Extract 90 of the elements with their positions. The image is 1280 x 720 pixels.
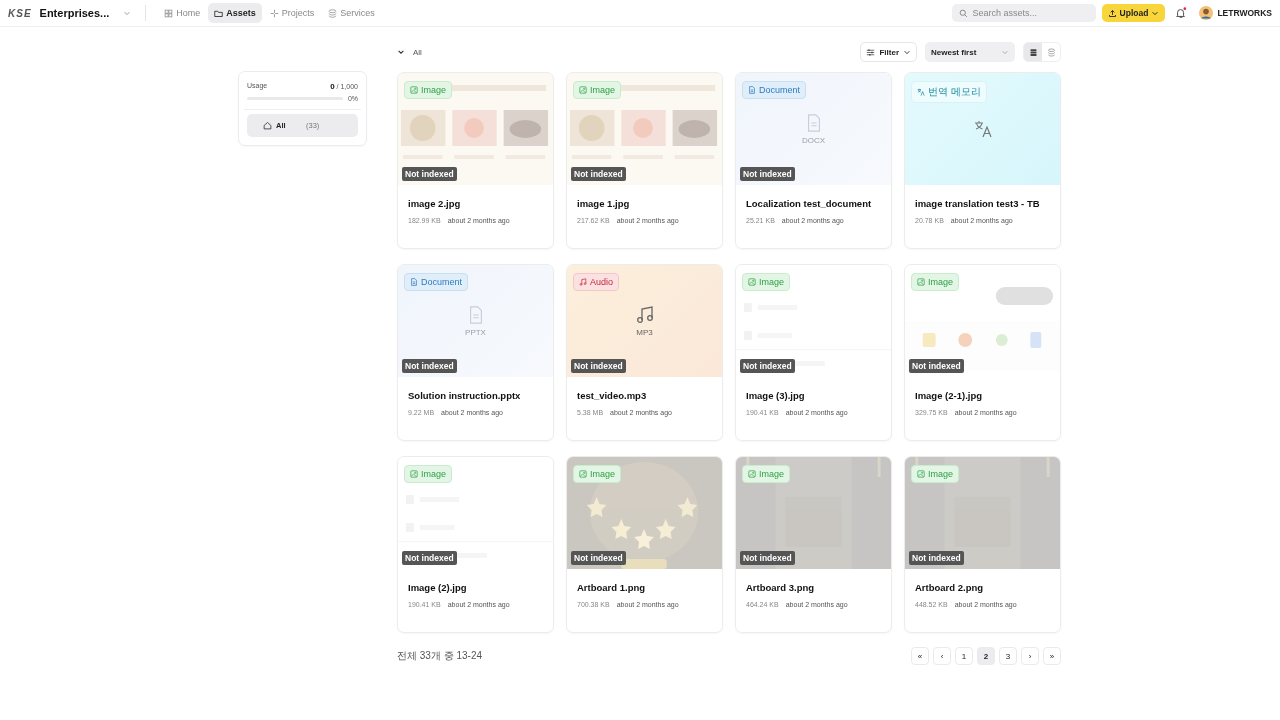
asset-name: Localization test_document: [746, 198, 873, 209]
status-badge: Not indexed: [571, 359, 626, 373]
status-badge: Not indexed: [571, 551, 626, 565]
asset-name: image translation test3 - TB: [915, 198, 1041, 209]
nav-tab[interactable]: Assets: [208, 3, 262, 23]
status-badge: Not indexed: [402, 359, 457, 373]
logo[interactable]: KSE: [8, 7, 32, 19]
asset-name: image 1.jpg: [577, 198, 631, 209]
chevron-icon: [1001, 48, 1009, 56]
asset-name: Solution instruction.pptx: [408, 390, 522, 401]
asset-name: Artboard 2.png: [915, 582, 985, 593]
image-icon: [748, 278, 756, 286]
chevron-icon: [1151, 9, 1160, 17]
asset-name: Image (2).jpg: [408, 582, 468, 593]
asset-name: Image (3).jpg: [746, 390, 806, 401]
upload-button[interactable]: Upload: [1101, 4, 1166, 22]
page-button[interactable]: 1: [955, 647, 973, 665]
type-tag: Image: [742, 465, 790, 483]
image-icon: [579, 86, 587, 94]
results-summary: 전체 33개 중 13-24: [397, 649, 483, 663]
image-icon: [917, 470, 925, 478]
chevron-icon: [903, 48, 911, 56]
translate-icon: [917, 88, 925, 96]
breadcrumb-toggle[interactable]: All: [397, 41, 422, 57]
rows-icon: [1028, 47, 1038, 57]
grid-view-button[interactable]: [1024, 43, 1042, 61]
upload-icon: [1107, 8, 1117, 18]
type-tag: Image: [404, 465, 452, 483]
nav-tab[interactable]: Projects: [263, 3, 321, 23]
file-format-label: PPTX: [465, 327, 486, 337]
layers-icon: [1046, 47, 1056, 57]
sort-dropdown[interactable]: Newest first: [925, 42, 1015, 62]
first-page-button[interactable]: «: [911, 647, 929, 665]
type-tag: Image: [911, 273, 959, 291]
file-format-label: DOCX: [801, 135, 826, 145]
type-tag: Document: [742, 81, 807, 99]
asset-name: Image (2-1).jpg: [915, 390, 984, 401]
avatar-icon[interactable]: [1199, 6, 1214, 20]
nav-tab[interactable]: Services: [322, 3, 381, 23]
type-tag: Image: [911, 465, 959, 483]
last-page-button[interactable]: »: [1043, 647, 1061, 665]
chevron-icon: [123, 9, 132, 17]
status-badge: Not indexed: [740, 167, 795, 181]
status-badge: Not indexed: [402, 551, 457, 565]
search-icon: [958, 9, 968, 18]
grid-icon: [164, 8, 174, 18]
type-tag: 번역 메모리: [911, 81, 987, 103]
status-badge: Not indexed: [909, 551, 964, 565]
image-icon: [579, 470, 587, 478]
image-icon: [410, 86, 418, 94]
layers-icon: [328, 8, 338, 18]
user-name[interactable]: LETRWORKS: [1217, 8, 1272, 18]
folder-icon: [214, 8, 224, 18]
image-icon: [917, 278, 925, 286]
status-badge: Not indexed: [571, 167, 626, 181]
status-badge: Not indexed: [909, 359, 964, 373]
chevron-icon: [397, 48, 405, 56]
filter-button[interactable]: Filter: [860, 42, 917, 62]
nav-tab[interactable]: Home: [158, 3, 207, 23]
asset-name: test_video.mp3: [577, 390, 648, 401]
asset-name: Artboard 1.png: [577, 582, 647, 593]
page-button[interactable]: 2: [977, 647, 995, 665]
image-icon: [748, 470, 756, 478]
status-badge: Not indexed: [740, 359, 795, 373]
page-button[interactable]: 3: [999, 647, 1017, 665]
translate-icon: [973, 120, 992, 138]
image-icon: [410, 470, 418, 478]
file-icon: [748, 86, 756, 94]
type-tag: Audio: [573, 273, 620, 291]
file-icon: [410, 278, 418, 286]
workspace-dropdown[interactable]: Enterprises...: [39, 7, 132, 19]
asset-name: Artboard 3.png: [746, 582, 816, 593]
music-note-icon: [635, 305, 654, 324]
search-field[interactable]: Search assets...: [951, 4, 1096, 22]
type-tag: Image: [404, 81, 452, 99]
type-tag: Image: [573, 81, 621, 99]
sliders-icon: [866, 47, 876, 57]
type-tag: Image: [742, 273, 790, 291]
type-tag: Document: [404, 273, 469, 291]
next-page-button[interactable]: ›: [1021, 647, 1039, 665]
type-tag: Image: [573, 465, 621, 483]
file-format-label: MP3: [636, 327, 653, 337]
music-note-icon: [579, 278, 587, 286]
bell-icon[interactable]: [1175, 7, 1188, 19]
previous-page-button[interactable]: ‹: [933, 647, 951, 665]
sparkle-icon: [269, 8, 279, 18]
status-badge: Not indexed: [740, 551, 795, 565]
home-icon: [263, 121, 272, 130]
status-badge: Not indexed: [402, 167, 457, 181]
asset-name: image 2.jpg: [408, 198, 462, 209]
